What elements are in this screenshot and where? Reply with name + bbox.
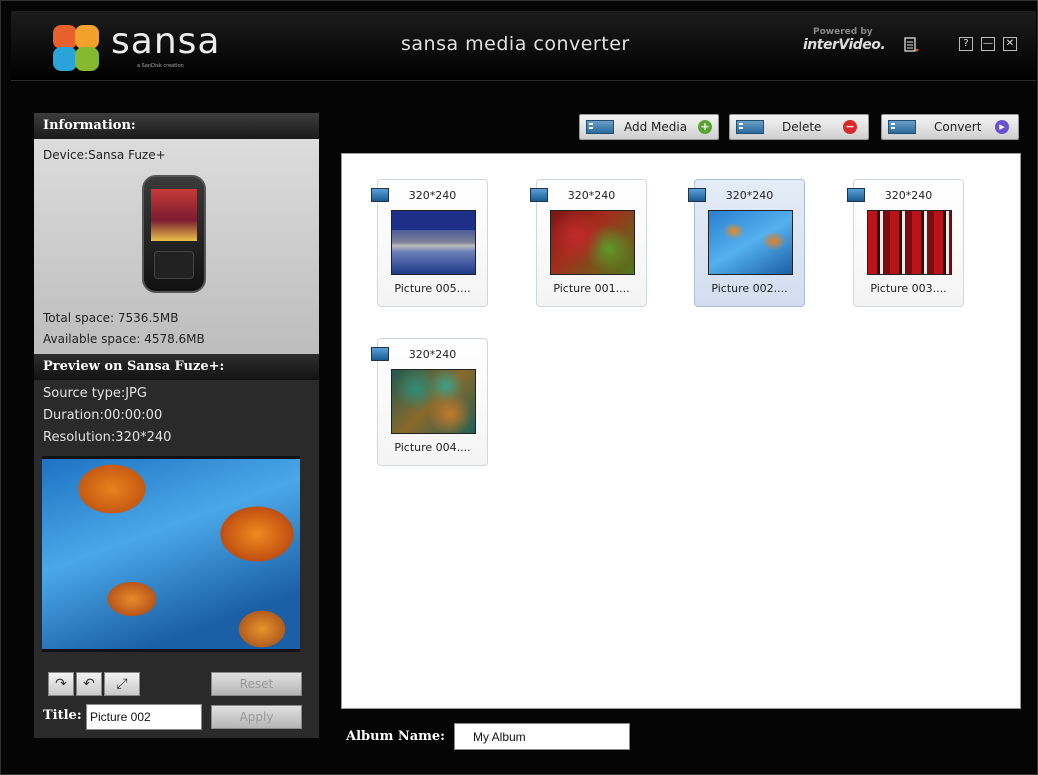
media-thumbnail bbox=[708, 210, 793, 275]
powered-by-text: Powered by bbox=[813, 27, 873, 37]
media-resolution: 320*240 bbox=[408, 189, 457, 202]
delete-label: Delete bbox=[782, 120, 822, 134]
media-name: Picture 002.... bbox=[711, 282, 788, 295]
media-item[interactable]: 320*240 Picture 004.... bbox=[371, 338, 488, 466]
preview-header: Preview on Sansa Fuze+: bbox=[34, 354, 319, 380]
media-resolution: 320*240 bbox=[408, 348, 457, 361]
media-item[interactable]: 320*240 Picture 005.... bbox=[371, 179, 488, 307]
fit-to-screen-button[interactable]: ⤢ bbox=[104, 672, 140, 696]
source-type: Source type:JPG bbox=[43, 386, 147, 401]
sansa-logo-mark-icon bbox=[51, 23, 101, 73]
apply-button[interactable]: Apply bbox=[211, 705, 302, 729]
minimize-button[interactable]: — bbox=[981, 37, 995, 51]
media-resolution: 320*240 bbox=[884, 189, 933, 202]
preview-image bbox=[42, 456, 300, 652]
sansa-logo: sansa a SanDisk creation bbox=[51, 19, 251, 75]
preview-panel: Source type:JPG Duration:00:00:00 Resolu… bbox=[34, 380, 319, 738]
app-window: sansa a SanDisk creation sansa media con… bbox=[0, 0, 1038, 775]
help-button[interactable]: ? bbox=[959, 37, 973, 51]
media-resolution: 320*240 bbox=[567, 189, 616, 202]
album-name-input[interactable] bbox=[454, 723, 630, 750]
add-icon: + bbox=[698, 120, 712, 134]
title-label: Title: bbox=[43, 708, 82, 723]
device-image bbox=[142, 175, 206, 293]
device-name: Device:Sansa Fuze+ bbox=[43, 148, 166, 162]
album-name-label: Album Name: bbox=[346, 729, 445, 744]
play-icon: ▸ bbox=[995, 120, 1009, 134]
fit-icon: ⤢ bbox=[116, 676, 128, 692]
convert-button[interactable]: Convert ▸ bbox=[881, 114, 1019, 140]
close-button[interactable]: ✕ bbox=[1003, 37, 1017, 51]
rotate-left-icon: ↶ bbox=[83, 676, 95, 692]
media-item[interactable]: 320*240 Picture 003.... bbox=[847, 179, 964, 307]
total-space: Total space: 7536.5MB bbox=[43, 311, 179, 325]
document-menu-icon[interactable] bbox=[903, 37, 919, 53]
media-name: Picture 005.... bbox=[394, 282, 471, 295]
intervideo-logo: interVideo. bbox=[803, 37, 886, 53]
information-header: Information: bbox=[34, 113, 319, 139]
duration: Duration:00:00:00 bbox=[43, 408, 163, 423]
media-resolution: 320*240 bbox=[725, 189, 774, 202]
resolution: Resolution:320*240 bbox=[43, 430, 172, 445]
media-thumbnail bbox=[391, 369, 476, 434]
logo-subtitle: a SanDisk creation bbox=[137, 63, 184, 69]
film-icon bbox=[736, 120, 764, 134]
add-media-label: Add Media bbox=[624, 120, 688, 134]
app-title: sansa media converter bbox=[401, 33, 630, 55]
media-name: Picture 004.... bbox=[394, 441, 471, 454]
media-thumbnail bbox=[867, 210, 952, 275]
media-name: Picture 003.... bbox=[870, 282, 947, 295]
convert-label: Convert bbox=[934, 120, 982, 134]
rotate-right-icon: ↷ bbox=[55, 676, 67, 692]
remove-icon: − bbox=[843, 120, 857, 134]
logo-text: sansa bbox=[111, 21, 221, 62]
delete-button[interactable]: Delete − bbox=[729, 114, 869, 140]
title-bar[interactable]: sansa a SanDisk creation sansa media con… bbox=[11, 11, 1036, 81]
film-icon bbox=[586, 120, 614, 134]
rotate-left-button[interactable]: ↶ bbox=[76, 672, 102, 696]
media-name: Picture 001.... bbox=[553, 282, 630, 295]
media-item[interactable]: 320*240 Picture 001.... bbox=[530, 179, 647, 307]
rotate-right-button[interactable]: ↷ bbox=[48, 672, 74, 696]
media-thumbnail bbox=[550, 210, 635, 275]
available-space: Available space: 4578.6MB bbox=[43, 332, 205, 346]
media-list[interactable]: 320*240 Picture 005.... 320*240 Picture … bbox=[341, 153, 1021, 709]
left-panel: Information: Device:Sansa Fuze+ Total sp… bbox=[34, 113, 319, 738]
information-panel: Device:Sansa Fuze+ Total space: 7536.5MB… bbox=[34, 139, 319, 354]
film-icon bbox=[888, 120, 916, 134]
title-input[interactable] bbox=[86, 704, 202, 730]
powered-by-badge: Powered by interVideo. bbox=[803, 27, 893, 53]
add-media-button[interactable]: Add Media + bbox=[579, 114, 719, 140]
media-thumbnail bbox=[391, 210, 476, 275]
reset-button[interactable]: Reset bbox=[211, 672, 302, 696]
media-item-selected[interactable]: 320*240 Picture 002.... bbox=[688, 179, 805, 307]
